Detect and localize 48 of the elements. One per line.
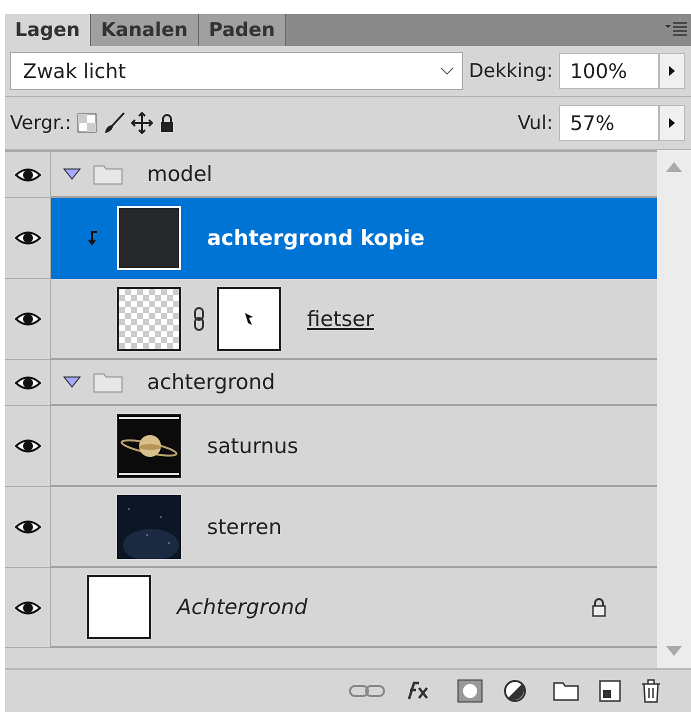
triangle-right-icon (669, 118, 675, 128)
triangle-icon[interactable] (63, 168, 81, 180)
eye-icon[interactable] (14, 374, 40, 392)
eye-icon[interactable] (14, 518, 40, 536)
checkerboard-icon[interactable] (77, 113, 98, 133)
lock-icon[interactable] (159, 113, 176, 133)
layer-name: fietser (307, 306, 374, 330)
layer-thumbnail (87, 575, 151, 639)
group-name: achtergrond (147, 370, 276, 394)
new-layer-icon[interactable] (599, 680, 621, 702)
layer-name: saturnus (207, 434, 298, 458)
lock-label: Vergr.: (10, 112, 72, 134)
group-name: model (147, 162, 212, 186)
triangle-icon[interactable] (63, 376, 81, 388)
mask-thumbnail (217, 286, 281, 350)
panel-tab[interactable]: Lagen (5, 14, 91, 46)
eye-icon[interactable] (14, 598, 40, 616)
arrow-button[interactable] (659, 105, 685, 141)
layer-name: sterren (207, 514, 282, 538)
lock-icon (591, 597, 607, 617)
triangle-right-icon (669, 66, 675, 76)
layer-thumbnail (117, 206, 181, 270)
opacity-field[interactable]: 100% (559, 53, 659, 89)
eye-icon[interactable] (14, 229, 40, 247)
chain-link-icon (193, 306, 205, 330)
menu-icon[interactable] (665, 22, 687, 36)
layer-name: achtergrond kopie (207, 226, 425, 250)
trash-icon[interactable] (641, 679, 661, 703)
move-icon[interactable] (131, 112, 154, 134)
eye-icon[interactable] (14, 166, 40, 184)
opacity-label: Dekking: (468, 60, 553, 82)
eye-icon[interactable] (14, 437, 40, 455)
fill-label: Vul: (518, 112, 553, 134)
folder-icon (93, 163, 123, 185)
chevron-down-icon (440, 67, 454, 75)
layer-name: Achtergrond (177, 595, 308, 619)
blend-mode-dropdown[interactable]: Zwak licht (10, 52, 463, 90)
panel-tab[interactable]: Paden (198, 14, 286, 46)
eye-icon[interactable] (14, 310, 40, 328)
panel-tab[interactable]: Kanalen (90, 14, 199, 46)
layer-thumbnail (117, 286, 181, 350)
mask-icon[interactable] (457, 679, 483, 703)
brush-icon[interactable] (103, 112, 126, 134)
arrow-button[interactable] (659, 53, 685, 89)
folder-icon[interactable] (553, 681, 579, 701)
selected-layer-row[interactable]: achtergrond kopie (51, 198, 657, 279)
folder-icon (93, 371, 123, 393)
fill-field[interactable]: 57% (559, 105, 659, 141)
